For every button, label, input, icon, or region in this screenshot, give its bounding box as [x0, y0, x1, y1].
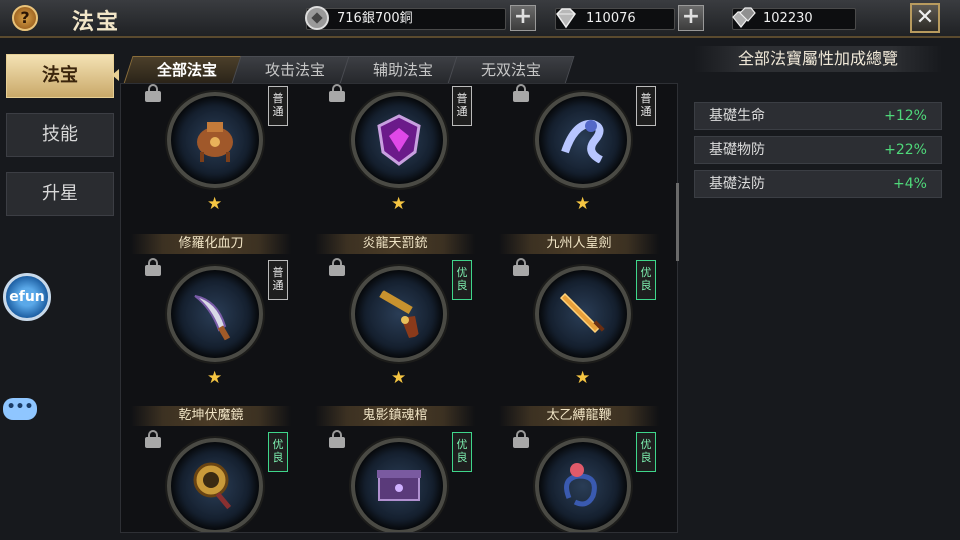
- bonus-value: +12%: [884, 108, 927, 124]
- bonus-overview-title: 全部法寶屬性加成總覽: [694, 46, 942, 72]
- bonus-label: 基礎法防: [709, 176, 765, 192]
- lock-icon: [329, 258, 345, 276]
- lock-icon: [145, 258, 161, 276]
- fabao-orb: [351, 438, 447, 532]
- fabao-orb: [351, 266, 447, 362]
- grade-badge: 优良: [452, 260, 472, 300]
- fabao-item[interactable]: 普通 ★: [315, 84, 475, 220]
- fabao-grid-panel[interactable]: 普通 ★ 普通 ★ 普通 ★ 修羅化血刀 普通 ★ 炎龍天罰銃 优良 ★ 九州人…: [120, 83, 678, 533]
- fabao-item[interactable]: 太乙縛龍鞭 优良: [499, 406, 659, 532]
- star-icon: ★: [575, 368, 591, 388]
- gem-currency: 102230: [732, 7, 856, 30]
- fabao-orb: [167, 438, 263, 532]
- side-tab-fabao[interactable]: 法宝: [6, 54, 114, 98]
- blade-icon: [194, 295, 231, 341]
- lock-icon: [513, 84, 529, 102]
- top-bar: ? 法宝 716銀700銅 + 110076 + 102230 ✕: [0, 0, 960, 38]
- silver-value: 716銀700銅: [337, 11, 413, 26]
- fabao-orb: [535, 92, 631, 188]
- mirror-icon: [193, 462, 232, 510]
- bonus-row-mdef: 基礎法防 +4%: [694, 170, 942, 198]
- active-tab-arrow-icon: [112, 69, 119, 81]
- diamond-icon: [552, 4, 580, 32]
- diamond-currency: 110076: [555, 8, 675, 30]
- fabao-orb: [167, 92, 263, 188]
- grid-scrollbar[interactable]: [676, 183, 679, 261]
- fabao-name: 太乙縛龍鞭: [499, 406, 659, 426]
- sword-icon: [559, 292, 605, 334]
- star-icon: ★: [391, 194, 407, 214]
- add-silver-button[interactable]: +: [510, 5, 536, 31]
- fabao-orb: [167, 266, 263, 362]
- tab-attack-fabao[interactable]: 攻击法宝: [231, 56, 359, 84]
- fabao-name: 炎龍天罰銃: [315, 234, 475, 254]
- help-button[interactable]: ?: [12, 5, 38, 31]
- bonus-row-pdef: 基礎物防 +22%: [694, 136, 942, 164]
- gun-icon: [379, 290, 419, 338]
- fabao-item[interactable]: 普通 ★: [131, 84, 291, 220]
- grade-badge: 优良: [636, 432, 656, 472]
- bonus-row-hp: 基礎生命 +12%: [694, 102, 942, 130]
- grade-badge: 普通: [268, 86, 288, 126]
- fabao-item[interactable]: 鬼影鎮魂棺 优良: [315, 406, 475, 532]
- side-tab-star-up[interactable]: 升星: [6, 172, 114, 216]
- shield-icon: [377, 114, 421, 166]
- grade-badge: 普通: [268, 260, 288, 300]
- lock-icon: [513, 430, 529, 448]
- lock-icon: [145, 84, 161, 102]
- fabao-name: 九州人皇劍: [499, 234, 659, 254]
- fabao-name: 修羅化血刀: [131, 234, 291, 254]
- close-button[interactable]: ✕: [910, 3, 940, 33]
- bonus-label: 基礎物防: [709, 142, 765, 158]
- star-icon: ★: [575, 194, 591, 214]
- lock-icon: [513, 258, 529, 276]
- fabao-item[interactable]: 炎龍天罰銃 优良 ★: [315, 234, 475, 394]
- grade-badge: 优良: [452, 432, 472, 472]
- bonus-value: +4%: [893, 176, 927, 192]
- star-icon: ★: [207, 368, 223, 388]
- fabao-item[interactable]: 普通 ★: [499, 84, 659, 220]
- page-title: 法宝: [72, 9, 121, 35]
- whip-icon: [564, 463, 597, 507]
- fabao-item[interactable]: 修羅化血刀 普通 ★: [131, 234, 291, 394]
- lock-icon: [145, 430, 161, 448]
- ribbon-icon: [561, 119, 604, 164]
- gem-stack-icon: [729, 4, 757, 32]
- tab-all-fabao[interactable]: 全部法宝: [123, 56, 251, 84]
- coffin-icon: [377, 470, 421, 501]
- silver-currency: 716銀700銅: [305, 6, 506, 30]
- star-icon: ★: [391, 368, 407, 388]
- fabao-item[interactable]: 乾坤伏魔鏡 优良: [131, 406, 291, 532]
- fabao-orb: [535, 266, 631, 362]
- lock-icon: [329, 430, 345, 448]
- add-diamond-button[interactable]: +: [678, 5, 704, 31]
- star-icon: ★: [207, 194, 223, 214]
- fabao-name: 乾坤伏魔鏡: [131, 406, 291, 426]
- bonus-value: +22%: [884, 142, 927, 158]
- fabao-orb: [535, 438, 631, 532]
- side-tab-skills[interactable]: 技能: [6, 113, 114, 157]
- chat-bubble-button[interactable]: •••: [3, 398, 37, 420]
- tab-support-fabao[interactable]: 辅助法宝: [339, 56, 467, 84]
- censer-icon: [197, 122, 233, 162]
- tab-wushuang-fabao[interactable]: 无双法宝: [447, 56, 575, 84]
- bonus-label: 基礎生命: [709, 108, 765, 124]
- efun-floating-button[interactable]: efun: [3, 273, 51, 321]
- diamond-value: 110076: [586, 11, 636, 26]
- grade-badge: 普通: [636, 86, 656, 126]
- fabao-name: 鬼影鎮魂棺: [315, 406, 475, 426]
- fabao-item[interactable]: 九州人皇劍 优良 ★: [499, 234, 659, 394]
- grade-badge: 优良: [268, 432, 288, 472]
- grade-badge: 普通: [452, 86, 472, 126]
- fabao-orb: [351, 92, 447, 188]
- gem-value: 102230: [763, 11, 813, 26]
- grade-badge: 优良: [636, 260, 656, 300]
- lock-icon: [329, 84, 345, 102]
- coin-icon: [303, 4, 331, 32]
